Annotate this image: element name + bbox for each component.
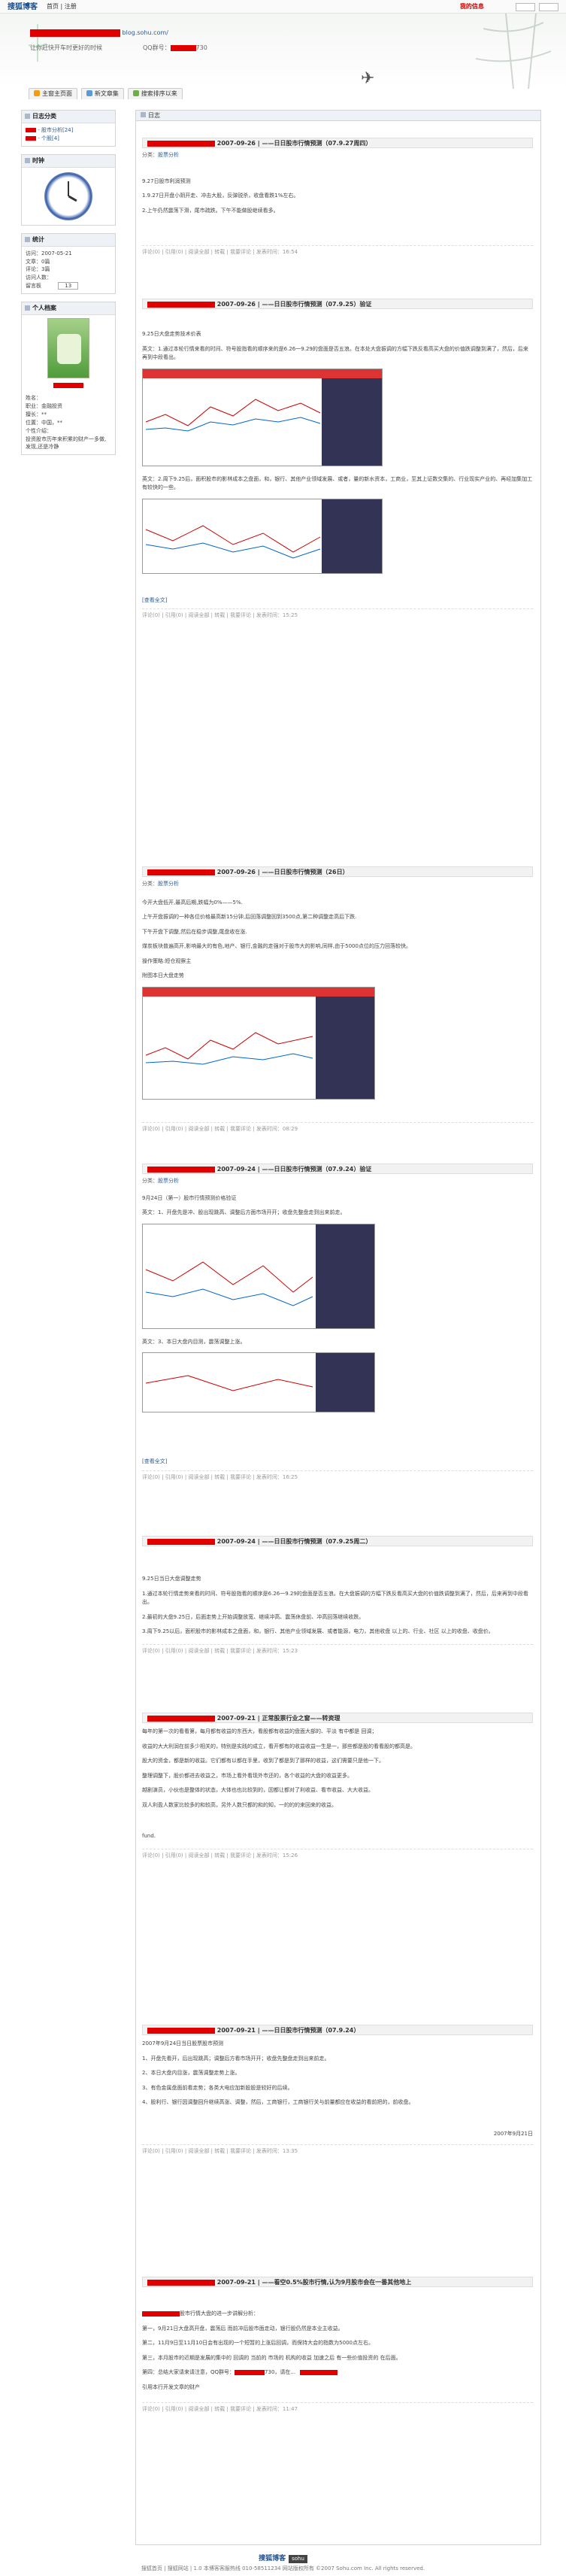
- my-info-link[interactable]: 我的信息: [460, 3, 484, 10]
- blog-header: blog.sohu.com/ 让你赶快开车时更好的时候 QQ群号： 730 ✈: [0, 14, 566, 89]
- visit-counter: 13: [58, 282, 79, 290]
- blog-post: 2007-09-24 | ——日日股市行情预测（07.9.24）验证 分类：股票…: [142, 1164, 533, 1481]
- post-title[interactable]: 2007-09-21 | ——日日股市行情预测（07.9.24）: [142, 2025, 533, 2035]
- read-more-link[interactable]: [查看全文]: [142, 1458, 533, 1466]
- main-header: 日志: [136, 111, 540, 121]
- post-meta[interactable]: 评论(0) | 引用(0) | 阅读全部 | 转载 | 我要评论 | 发表时间：…: [142, 2144, 533, 2156]
- stats-panel: 统计 访问：2007-05-21 文章：0篇 评论：3篇 访问人数： 留言板 1…: [21, 232, 116, 294]
- password-input[interactable]: [539, 3, 558, 11]
- blog-subtitle: 让你赶快开车时更好的时候: [30, 44, 102, 51]
- blog-post: 2007-09-26 | ——日日股市行情预测（07.9.27周四） 分类：股票…: [142, 138, 533, 256]
- clock-icon: [44, 171, 92, 220]
- category-item[interactable]: - 个股[4]: [26, 135, 111, 143]
- read-more-link[interactable]: [查看全文]: [142, 596, 533, 605]
- top-links[interactable]: 首页 | 注册: [47, 2, 77, 11]
- nav-tabs: 主窗主页面 新文章集 搜索排序以来: [29, 88, 184, 102]
- avatar: [47, 317, 89, 378]
- post-meta[interactable]: 评论(0) | 引用(0) | 阅读全部 | 转载 | 我要评论 | 发表时间：…: [142, 1121, 533, 1133]
- post-category-link[interactable]: 股票分析: [158, 881, 179, 887]
- stock-chart-image: [142, 368, 383, 466]
- footer-logo[interactable]: 搜狐博客: [259, 2555, 286, 2562]
- post-category-link[interactable]: 股票分析: [158, 1178, 179, 1184]
- blog-post: 2007-09-21 | ——看空0.5%股市行情,认为9月股市会在一番其他地上…: [142, 2277, 533, 2414]
- login-input[interactable]: [516, 3, 536, 11]
- post-title[interactable]: 2007-09-26 | ——日日股市行情预测（26日）: [142, 866, 533, 877]
- blog-post: 2007-09-21 | ——日日股市行情预测（07.9.24） 2007年9月…: [142, 2025, 533, 2156]
- blog-post: 2007-09-26 | ——日日股市行情预测（26日） 分类：股票分析 今开大…: [142, 866, 533, 1133]
- post-title[interactable]: 2007-09-24 | ——日日股市行情预测（07.9.25周二）: [142, 1536, 533, 1546]
- blog-post: 2007-09-26 | ——日日股市行情预测（07.9.25）验证 9.25日…: [142, 299, 533, 620]
- clock-panel: 时钟: [21, 153, 116, 226]
- stock-chart-image: [142, 1223, 375, 1329]
- profile-panel: 个人档案 姓名： 职业：金融投资 擅长：** 位置：中国，** 个性介绍： 投资…: [21, 301, 116, 456]
- bamboo-decoration-icon: [475, 14, 552, 89]
- top-bar: 搜狐博客 首页 | 注册 我的信息: [0, 0, 566, 14]
- post-meta[interactable]: 评论(0) | 引用(0) | 阅读全部 | 转载 | 我要评论 | 发表时间：…: [142, 608, 533, 620]
- sidebar: 日志分类 - 股市分析[24] - 个股[4] 时钟 统计 访问：2007-05…: [21, 110, 116, 463]
- post-category-link[interactable]: 股票分析: [158, 152, 179, 158]
- footer: 搜狐博客 sohu 搜狐首页 | 搜狐网站 | 1.0 本博客客服热线 010-5…: [0, 2554, 566, 2576]
- main-content: 日志 2007-09-26 | ——日日股市行情预测（07.9.27周四） 分类…: [135, 110, 541, 2545]
- top-right: 我的信息: [460, 2, 560, 11]
- post-meta[interactable]: 评论(0) | 引用(0) | 阅读全部 | 转载 | 我要评论 | 发表时间：…: [142, 2402, 533, 2414]
- post-meta[interactable]: 评论(0) | 引用(0) | 阅读全部 | 转载 | 我要评论 | 发表时间：…: [142, 1470, 533, 1482]
- site-logo[interactable]: 搜狐博客: [8, 2, 38, 13]
- post-title[interactable]: 2007-09-21 | 正常股票行业之窗——转资理: [142, 1713, 533, 1723]
- bird-icon: ✈: [361, 69, 375, 88]
- tab-home[interactable]: 主窗主页面: [29, 88, 77, 99]
- stock-chart-image: [142, 1352, 375, 1413]
- category-item[interactable]: - 股市分析[24]: [26, 126, 111, 135]
- post-meta[interactable]: 评论(0) | 引用(0) | 阅读全部 | 转载 | 我要评论 | 发表时间：…: [142, 1643, 533, 1655]
- tab-new-articles[interactable]: 新文章集: [80, 88, 124, 99]
- blog-url-line: blog.sohu.com/: [30, 29, 168, 38]
- qq-group: QQ群号： 730: [143, 44, 207, 51]
- blog-post: 2007-09-24 | ——日日股市行情预测（07.9.25周二） 9.25日…: [142, 1536, 533, 1655]
- post-title[interactable]: 2007-09-24 | ——日日股市行情预测（07.9.24）验证: [142, 1164, 533, 1174]
- post-meta[interactable]: 评论(0) | 引用(0) | 阅读全部 | 转载 | 我要评论 | 发表时间：…: [142, 245, 533, 256]
- post-title[interactable]: 2007-09-26 | ——日日股市行情预测（07.9.27周四）: [142, 138, 533, 148]
- blog-url-link[interactable]: blog.sohu.com/: [123, 29, 168, 36]
- stock-chart-image: [142, 986, 375, 1100]
- footer-links[interactable]: 搜狐首页 | 搜狐网站 | 1.0 本博客客服热线 010-58511234 网…: [0, 2565, 566, 2573]
- post-meta[interactable]: 评论(0) | 引用(0) | 阅读全部 | 转载 | 我要评论 | 发表时间：…: [142, 1848, 533, 1860]
- tab-search[interactable]: 搜索排序以来: [127, 88, 183, 99]
- post-title[interactable]: 2007-09-26 | ——日日股市行情预测（07.9.25）验证: [142, 299, 533, 309]
- post-title[interactable]: 2007-09-21 | ——看空0.5%股市行情,认为9月股市会在一番其他地上: [142, 2277, 533, 2287]
- stock-chart-image: [142, 498, 383, 574]
- blog-post: 2007-09-21 | 正常股票行业之窗——转资理 每年的第一次的看看第，每月…: [142, 1713, 533, 1859]
- stock-chart-svg: [143, 369, 382, 466]
- category-panel: 日志分类 - 股市分析[24] - 个股[4]: [21, 110, 116, 147]
